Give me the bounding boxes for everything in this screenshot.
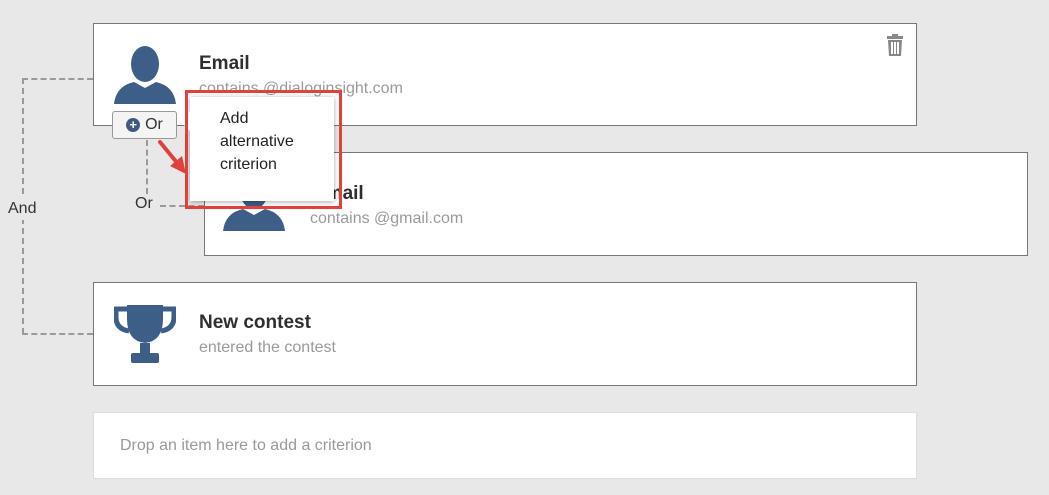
criterion-title: New contest [199, 312, 311, 333]
trophy-icon [114, 305, 176, 363]
trash-icon[interactable] [886, 34, 904, 56]
highlight-box [185, 90, 342, 209]
and-connector-top [22, 78, 93, 80]
person-icon [114, 46, 176, 104]
criterion-card-new-contest[interactable]: New contest entered the contest [93, 282, 917, 386]
criterion-subtitle: contains @gmail.com [310, 210, 464, 227]
criterion-title: Email [199, 53, 250, 74]
or-label: Or [135, 195, 153, 212]
criterion-dropzone[interactable]: Drop an item here to add a criterion [93, 412, 917, 479]
and-connector-bottom [22, 333, 93, 335]
or-button-label: Or [145, 116, 163, 133]
plus-circle-icon: + [126, 118, 141, 132]
add-or-button[interactable]: + Or [112, 111, 177, 139]
or-connector-vertical [146, 140, 148, 194]
criterion-subtitle: entered the contest [199, 339, 336, 356]
dropzone-label: Drop an item here to add a criterion [120, 436, 372, 454]
arrow-icon [158, 140, 186, 174]
and-label: And [8, 198, 37, 220]
